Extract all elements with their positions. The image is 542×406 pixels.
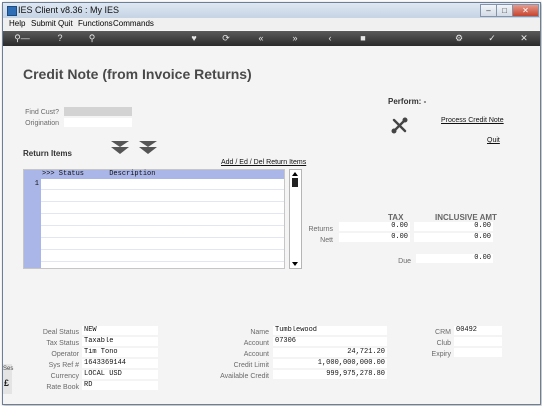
- return-items-grid[interactable]: >>> Status Description 1: [23, 169, 285, 269]
- grid-line: [41, 213, 284, 214]
- due-label: Due: [398, 258, 411, 265]
- grid-line: [41, 189, 284, 190]
- expiry-field: [454, 348, 502, 357]
- close-window-button[interactable]: ✕: [512, 4, 539, 17]
- fast-forward-icon[interactable]: »: [288, 32, 302, 44]
- menu-help[interactable]: Help: [9, 19, 25, 28]
- inclusive-amt-header: INCLUSIVE AMT: [435, 213, 497, 222]
- rate-book-label: Rate Book: [46, 384, 79, 391]
- menu-bar: Help Submit Quit Functions Commands: [3, 18, 540, 30]
- origination-input[interactable]: [64, 118, 132, 127]
- rewind-icon[interactable]: «: [254, 32, 268, 44]
- process-credit-note-link[interactable]: Process Credit Note: [441, 117, 504, 124]
- side-panel-icon: £: [4, 378, 10, 388]
- toolbar: ⚲— ? ⚲ ♥ ⟳ « » ‹ ■ ⚙ ✓ ✕: [3, 31, 540, 46]
- account-label: Account: [243, 340, 269, 347]
- tax-header: TAX: [388, 213, 404, 222]
- search-icon[interactable]: ⚲: [85, 32, 99, 44]
- grid-line: [41, 249, 284, 250]
- row-number-column: 1: [24, 179, 41, 268]
- perform-label: Perform: -: [388, 97, 427, 106]
- scroll-thumb[interactable]: [292, 178, 298, 187]
- close-icon[interactable]: ✕: [517, 32, 531, 44]
- currency-label: Currency: [50, 373, 79, 380]
- side-panel-fragment: Ses £: [3, 364, 14, 394]
- deal-status-label: Deal Status: [42, 329, 79, 336]
- grid-header: >>> Status Description: [24, 170, 284, 179]
- deal-status-field: NEW: [82, 326, 158, 335]
- menu-quit[interactable]: Quit: [58, 19, 73, 28]
- crm-label: CRM: [435, 329, 451, 336]
- sys-ref-field: 1643369144: [82, 359, 158, 368]
- grid-line: [41, 201, 284, 202]
- account-balance-field: 24,721.20: [273, 348, 387, 357]
- account-balance-label: Account: [243, 351, 269, 358]
- find-cust-label: Find Cust?: [25, 109, 59, 116]
- menu-submit[interactable]: Submit: [31, 19, 56, 28]
- currency-field: LOCAL USD: [82, 370, 158, 379]
- available-credit-label: Available Credit: [220, 373, 269, 380]
- maximize-button[interactable]: □: [496, 4, 513, 17]
- account-field: 07306: [273, 337, 387, 346]
- minimize-button[interactable]: –: [480, 4, 497, 17]
- nett-tax-field: 0.00: [339, 233, 410, 242]
- window-title: IES Client v8.36 : My IES: [18, 5, 120, 15]
- grid-scrollbar[interactable]: [289, 169, 302, 269]
- grid-header-label: >>> Status Description: [42, 170, 156, 178]
- menu-commands[interactable]: Commands: [113, 19, 154, 28]
- available-credit-field: 999,975,278.80: [273, 370, 387, 379]
- returns-tax-field: 0.00: [339, 222, 410, 231]
- grid-line: [41, 261, 284, 262]
- expand-down-icon[interactable]: [109, 139, 159, 157]
- scroll-up-icon[interactable]: [292, 172, 298, 176]
- page-title: Credit Note (from Invoice Returns): [23, 66, 252, 82]
- name-label: Name: [250, 329, 269, 336]
- scroll-down-icon[interactable]: [292, 262, 298, 266]
- operator-label: Operator: [51, 351, 79, 358]
- return-items-label: Return Items: [23, 149, 72, 158]
- nett-inclusive-field: 0.00: [414, 233, 493, 242]
- credit-limit-field: 1,000,000,000.00: [273, 359, 387, 368]
- club-field: [454, 337, 502, 346]
- check-icon[interactable]: ✓: [485, 32, 499, 44]
- find-cust-input[interactable]: [64, 107, 132, 116]
- due-field: 0.00: [416, 254, 493, 263]
- tax-status-label: Tax Status: [46, 340, 79, 347]
- credit-limit-label: Credit Limit: [233, 362, 269, 369]
- help-icon[interactable]: ?: [53, 32, 67, 44]
- heart-icon[interactable]: ♥: [187, 32, 201, 44]
- title-bar: IES Client v8.36 : My IES – □ ✕: [3, 3, 540, 18]
- app-icon: [7, 6, 17, 16]
- add-edit-delete-return-items-link[interactable]: Add / Ed / Del Return Items: [221, 159, 306, 166]
- menu-functions[interactable]: Functions: [78, 19, 113, 28]
- rate-book-field: RD: [82, 381, 158, 390]
- grid-line: [41, 225, 284, 226]
- name-field: Tumblewood: [273, 326, 387, 335]
- nett-label: Nett: [320, 237, 333, 244]
- wrench-icon: [391, 117, 408, 134]
- key-icon[interactable]: ⚲—: [11, 32, 33, 44]
- side-panel-text: Ses: [3, 366, 14, 372]
- operator-field: Tim Tono: [82, 348, 158, 357]
- row-number: 1: [34, 180, 39, 188]
- club-label: Club: [436, 340, 451, 347]
- returns-inclusive-field: 0.00: [414, 222, 493, 231]
- back-icon[interactable]: ‹: [323, 32, 337, 44]
- tax-status-field: Taxable: [82, 337, 158, 346]
- grid-line: [41, 237, 284, 238]
- refresh-icon[interactable]: ⟳: [219, 32, 233, 44]
- settings-icon[interactable]: ⚙: [452, 32, 466, 44]
- origination-label: Origination: [25, 120, 59, 127]
- app-window: IES Client v8.36 : My IES – □ ✕ Help Sub…: [2, 2, 541, 405]
- quit-link[interactable]: Quit: [487, 137, 500, 144]
- crm-field: 00492: [454, 326, 502, 335]
- sys-ref-label: Sys Ref #: [48, 362, 79, 369]
- expiry-label: Expiry: [431, 351, 451, 358]
- returns-label: Returns: [308, 226, 333, 233]
- stop-icon[interactable]: ■: [356, 32, 370, 44]
- credit-note-form: Credit Note (from Invoice Returns) Find …: [3, 46, 540, 404]
